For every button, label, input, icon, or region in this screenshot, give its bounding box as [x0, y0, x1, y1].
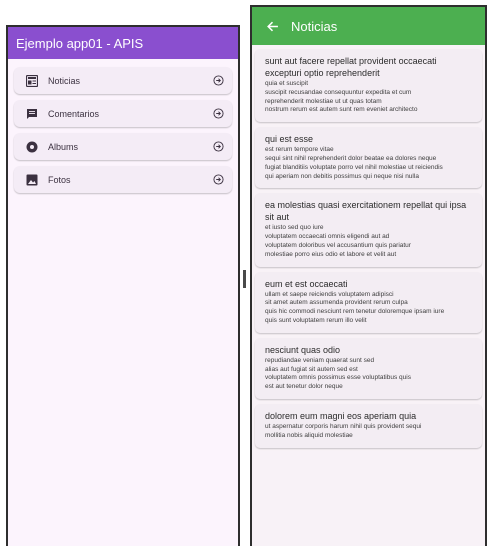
menu-item-fotos[interactable]: Fotos	[14, 166, 232, 193]
arrow-forward-circle-icon	[213, 174, 224, 185]
menu-item-label: Comentarios	[48, 108, 100, 119]
news-card[interactable]: ea molestias quasi exercitationem repell…	[255, 193, 482, 267]
left-app-title: Ejemplo app01 - APIS	[16, 35, 144, 51]
newspaper-icon	[26, 74, 38, 87]
right-app-bar: Noticias	[252, 7, 485, 45]
left-app-content: Ejemplo app01 - APIS Noticias Comentario…	[8, 27, 238, 546]
news-title: sunt aut facere repellat provident occae…	[265, 56, 437, 78]
news-body: ut aspernatur corporis harum nihil quis …	[265, 422, 422, 439]
left-app-bar: Ejemplo app01 - APIS	[8, 27, 238, 59]
news-title: eum et est occaecati	[265, 278, 348, 289]
news-title: ea molestias quasi exercitationem repell…	[265, 200, 467, 223]
right-app-title: Noticias	[291, 18, 338, 34]
right-app-window: Noticias sunt aut facere repellat provid…	[250, 5, 487, 546]
back-arrow-icon[interactable]	[266, 20, 279, 33]
news-card[interactable]: eum et est occaecati ullam et saepe reic…	[255, 271, 482, 333]
news-body: ullam et saepe reiciendis voluptatem adi…	[265, 290, 445, 324]
menu-list: Noticias Comentarios Albums Fotos	[8, 59, 238, 193]
menu-item-noticias[interactable]: Noticias	[14, 67, 232, 94]
right-app-content: Noticias sunt aut facere repellat provid…	[252, 7, 485, 546]
menu-item-albums[interactable]: Albums	[14, 133, 232, 160]
menu-item-label: Fotos	[48, 174, 71, 185]
news-body: repudiandae veniam quaerat sunt sed alia…	[265, 356, 411, 391]
news-body: quia et suscipit suscipit recusandae con…	[265, 80, 418, 114]
arrow-forward-circle-icon	[213, 108, 224, 119]
news-title: qui est esse	[265, 134, 314, 145]
news-body: et iusto sed quo iure voluptatem occaeca…	[265, 224, 411, 258]
menu-item-label: Albums	[48, 141, 79, 152]
news-card[interactable]: sunt aut facere repellat provident occae…	[255, 49, 482, 123]
split-drag-handle[interactable]	[243, 270, 246, 288]
news-title: dolorem eum magni eos aperiam quia	[265, 410, 417, 421]
news-body: est rerum tempore vitae sequi sint nihil…	[265, 146, 443, 180]
menu-item-label: Noticias	[48, 75, 81, 86]
news-list[interactable]: sunt aut facere repellat provident occae…	[252, 45, 485, 448]
arrow-forward-circle-icon	[213, 75, 224, 86]
news-card[interactable]: qui est esse est rerum tempore vitae seq…	[255, 127, 482, 189]
news-card[interactable]: dolorem eum magni eos aperiam quia ut as…	[255, 403, 482, 448]
menu-item-comentarios[interactable]: Comentarios	[14, 100, 232, 127]
image-icon	[26, 174, 38, 185]
news-card[interactable]: nesciunt quas odio repudiandae veniam qu…	[255, 337, 482, 399]
news-title: nesciunt quas odio	[265, 344, 341, 355]
arrow-forward-circle-icon	[213, 141, 224, 152]
comment-icon	[27, 108, 37, 119]
left-app-window: Ejemplo app01 - APIS Noticias Comentario…	[6, 25, 240, 546]
album-icon	[26, 141, 38, 152]
